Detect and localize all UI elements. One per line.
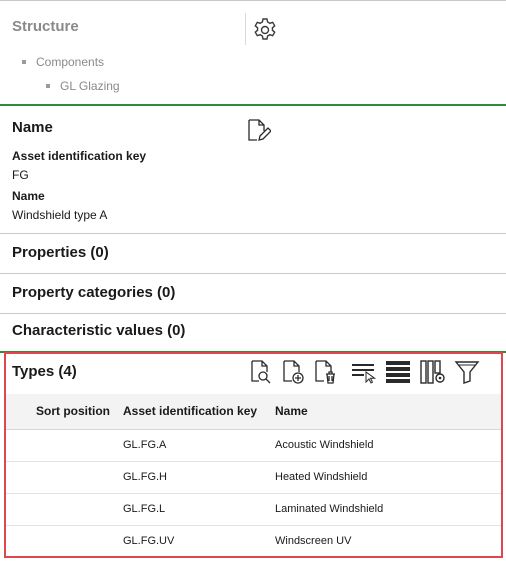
- tree-item-components[interactable]: Components: [22, 55, 104, 69]
- field-label-asset-key: Asset identification key: [12, 149, 147, 163]
- table-row[interactable]: GL.FG.A Acoustic Windshield: [6, 430, 501, 462]
- structure-section: Structure Components GL Glazing: [0, 0, 506, 106]
- bullet-icon: [46, 84, 50, 88]
- tree-item-gl-glazing[interactable]: GL Glazing: [46, 79, 120, 93]
- add-document-icon[interactable]: [280, 359, 306, 385]
- cell-name: Laminated Windshield: [275, 503, 384, 515]
- show-all-rows-icon[interactable]: [385, 359, 411, 385]
- cell-name: Acoustic Windshield: [275, 439, 374, 451]
- types-title: Types (4): [12, 363, 77, 380]
- name-section-title: Name: [12, 119, 53, 136]
- structure-divider: [245, 13, 246, 45]
- structure-title: Structure: [12, 18, 79, 35]
- edit-document-icon[interactable]: [245, 118, 271, 144]
- cell-asset-key: GL.FG.L: [123, 503, 166, 515]
- properties-section[interactable]: Properties (0): [0, 234, 506, 274]
- property-categories-section[interactable]: Property categories (0): [0, 274, 506, 314]
- field-value-asset-key: FG: [12, 168, 29, 182]
- types-section: Types (4) Sort position Asset identifica…: [4, 352, 503, 558]
- property-categories-title: Property categories (0): [12, 284, 176, 301]
- view-details-icon[interactable]: [248, 359, 274, 385]
- field-label-name: Name: [12, 189, 45, 203]
- characteristic-values-section[interactable]: Characteristic values (0): [0, 313, 506, 353]
- cell-name: Heated Windshield: [275, 471, 368, 483]
- characteristic-values-title: Characteristic values (0): [12, 322, 186, 339]
- filter-icon[interactable]: [454, 359, 480, 385]
- cell-asset-key: GL.FG.H: [123, 471, 168, 483]
- table-header: Sort position Asset identification key N…: [6, 394, 501, 430]
- cell-asset-key: GL.FG.UV: [123, 535, 175, 547]
- column-header-asset-key[interactable]: Asset identification key: [123, 404, 257, 418]
- column-settings-icon[interactable]: [420, 359, 446, 385]
- tree-item-label: GL Glazing: [60, 79, 120, 93]
- column-header-name[interactable]: Name: [275, 404, 308, 418]
- table-row[interactable]: GL.FG.L Laminated Windshield: [6, 494, 501, 526]
- gear-icon[interactable]: [251, 16, 279, 44]
- table-row[interactable]: GL.FG.H Heated Windshield: [6, 462, 501, 494]
- select-rows-icon[interactable]: [350, 359, 376, 385]
- properties-title: Properties (0): [12, 244, 109, 261]
- delete-document-icon[interactable]: [312, 359, 338, 385]
- tree-item-label: Components: [36, 55, 105, 69]
- cell-asset-key: GL.FG.A: [123, 439, 167, 451]
- table-row[interactable]: GL.FG.UV Windscreen UV: [6, 526, 501, 558]
- column-header-sort-position[interactable]: Sort position: [36, 404, 110, 418]
- field-value-name: Windshield type A: [12, 208, 108, 222]
- cell-name: Windscreen UV: [275, 535, 352, 547]
- bullet-icon: [22, 60, 26, 64]
